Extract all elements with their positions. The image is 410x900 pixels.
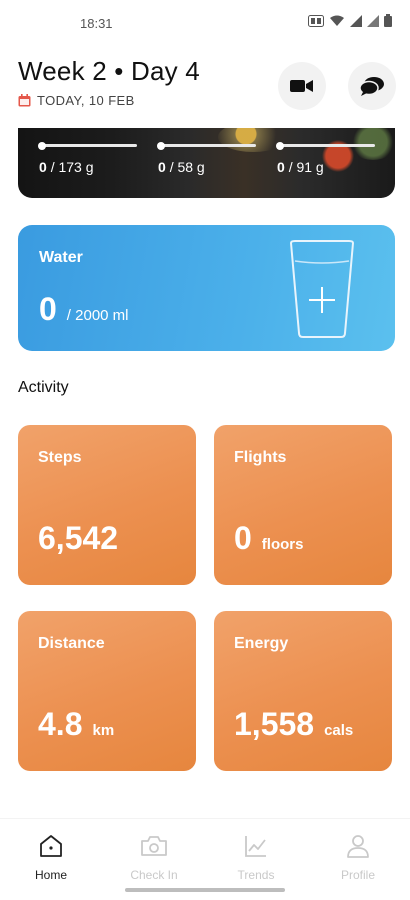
macro-progress-track	[276, 141, 375, 150]
macro-progress-track	[157, 141, 256, 150]
page-title: Week 2 • Day 4	[18, 56, 200, 86]
nav-profile[interactable]: Profile	[318, 833, 398, 882]
date-row: TODAY, 10 FEB	[18, 93, 396, 108]
activity-section-title: Activity	[18, 379, 69, 396]
signal-icon-2	[367, 14, 379, 27]
tile-label: Steps	[38, 449, 82, 466]
macro-label: 0 / 91 g	[277, 159, 324, 175]
video-call-button[interactable]	[278, 62, 326, 110]
tile-label: Energy	[234, 635, 289, 652]
macro-progress-dot	[157, 141, 165, 150]
macro-fat: 0 / 58 g	[157, 141, 256, 175]
tile-value-row: 1,558 cals	[234, 706, 353, 743]
date-label: TODAY, 10 FEB	[37, 93, 135, 108]
camera-icon	[141, 836, 167, 856]
distance-tile[interactable]: Distance 4.8 km	[18, 611, 196, 771]
macro-progress-dot	[276, 141, 284, 150]
macro-carbs: 0 / 91 g	[276, 141, 375, 175]
energy-tile[interactable]: Energy 1,558 cals	[214, 611, 392, 771]
status-icons	[308, 14, 392, 27]
profile-icon	[347, 835, 369, 858]
tile-unit: km	[92, 722, 115, 739]
macro-progress-track	[38, 141, 137, 150]
water-title: Water	[39, 249, 83, 266]
home-indicator[interactable]	[125, 888, 285, 892]
tile-value: 6,542	[38, 520, 119, 556]
tile-value: 1,558	[234, 706, 315, 742]
status-bar: 18:31	[0, 0, 410, 44]
nav-label: Home	[34, 868, 67, 882]
trends-icon	[245, 836, 266, 857]
header: Week 2 • Day 4 TODAY, 10 FEB	[18, 56, 396, 116]
calendar-icon	[18, 94, 31, 107]
steps-tile[interactable]: Steps 6,542	[18, 425, 196, 585]
tile-label: Flights	[234, 449, 287, 466]
tile-value: 4.8	[38, 706, 83, 742]
notification-icon	[308, 14, 324, 27]
signal-icon	[350, 14, 362, 27]
status-time: 18:31	[80, 16, 113, 31]
tile-unit: cals	[324, 722, 354, 739]
macros-card[interactable]: 0 / 173 g 0 / 58 g 0 / 91 g	[18, 128, 395, 198]
water-goal: / 2000 ml	[66, 307, 129, 324]
macro-protein: 0 / 173 g	[38, 141, 137, 175]
water-value: 0	[39, 291, 57, 327]
macro-label: 0 / 173 g	[39, 159, 94, 175]
tile-value: 0	[234, 520, 252, 556]
chat-bubbles-icon	[359, 77, 384, 96]
nav-label: Trends	[237, 868, 275, 882]
add-water-cup-icon[interactable]	[289, 239, 355, 339]
video-camera-icon	[290, 80, 313, 92]
tile-value-row: 0 floors	[234, 520, 303, 557]
nav-check-in[interactable]: Check In	[114, 833, 194, 882]
macro-label: 0 / 58 g	[158, 159, 205, 175]
nav-trends[interactable]: Trends	[216, 833, 296, 882]
wifi-icon	[330, 15, 344, 26]
tile-value-row: 4.8 km	[38, 706, 114, 743]
nav-label: Profile	[340, 868, 375, 882]
tile-value-row: 6,542	[38, 520, 128, 557]
nav-label: Check In	[130, 868, 178, 882]
water-card[interactable]: Water 0 / 2000 ml	[18, 225, 395, 351]
tile-label: Distance	[38, 635, 105, 652]
flights-tile[interactable]: Flights 0 floors	[214, 425, 392, 585]
chat-button[interactable]	[348, 62, 396, 110]
macro-progress-dot	[38, 141, 46, 150]
water-value-row: 0 / 2000 ml	[39, 291, 129, 328]
tile-unit: floors	[261, 536, 304, 553]
battery-icon	[384, 14, 392, 27]
home-icon	[40, 835, 62, 857]
nav-home[interactable]: Home	[11, 833, 91, 882]
